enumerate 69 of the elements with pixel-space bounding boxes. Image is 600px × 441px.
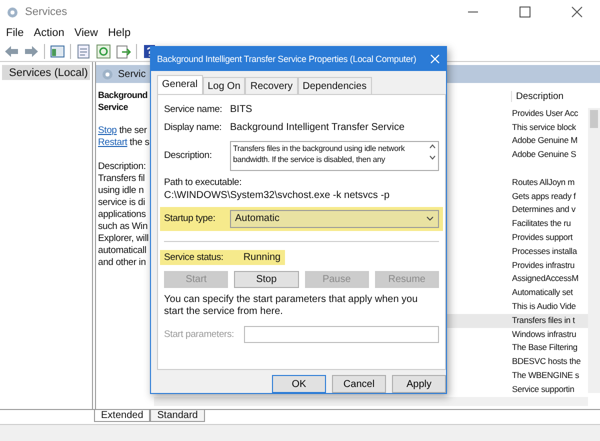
description-text: and other in — [98, 257, 146, 269]
table-cell-text: BDESVC hosts the — [512, 355, 582, 368]
description-text: applications — [98, 209, 146, 221]
menu-item[interactable]: Action — [34, 26, 64, 38]
dialog-tab[interactable]: Dependencies — [298, 76, 372, 94]
description-text: Explorer, will — [98, 233, 149, 245]
chevron-down-icon — [426, 216, 434, 222]
field-value: BITS — [230, 104, 254, 116]
description-text: automaticall — [98, 245, 146, 257]
properties-icon[interactable] — [76, 44, 91, 58]
service-heading: Service — [98, 101, 128, 113]
table-cell-text: Provides infrastru — [512, 258, 576, 272]
dialog-tab[interactable]: Recovery — [245, 76, 298, 94]
action-text: Restart the s — [98, 137, 150, 149]
action-link[interactable]: Restart — [98, 137, 128, 148]
menu-item[interactable]: File — [6, 26, 24, 38]
refresh-icon[interactable] — [96, 44, 111, 58]
description-text: Transfers fil — [98, 173, 145, 185]
dialog-tab[interactable]: Log On — [202, 76, 246, 94]
table-cell-text: The Base Filtering — [512, 341, 578, 354]
description-box[interactable]: Transfers files in the background using idle network bandwidth. If the service is disabled, then any — [230, 140, 439, 171]
hint-text: You can specify the start parameters that apply when you start the service from here. — [164, 294, 419, 318]
dialog-button[interactable]: Apply — [392, 375, 446, 393]
vertical-scrollbar[interactable] — [588, 108, 600, 393]
description-text: such as Win — [98, 221, 148, 233]
field-label: Display name: — [164, 122, 223, 134]
table-cell-text: Provides support — [512, 231, 574, 244]
dialog-button[interactable]: OK — [272, 375, 326, 393]
view-tab[interactable]: Extended — [94, 410, 150, 422]
service-heading: Background — [98, 89, 148, 101]
scroll-arrows-icon[interactable] — [429, 142, 436, 161]
field-value: C:\WINDOWS\System32\svchost.exe -k netsvcs -p — [164, 190, 391, 201]
field-label: Start parameters: — [164, 328, 235, 340]
dialog-button[interactable]: Cancel — [332, 375, 386, 393]
field-label: Service status: — [164, 252, 224, 263]
column-header[interactable]: Description — [511, 91, 588, 102]
menu-item[interactable]: Help — [108, 26, 131, 38]
description-label: Description: — [98, 161, 146, 173]
back-arrow-icon[interactable] — [4, 44, 19, 58]
gear-icon — [101, 68, 114, 80]
forward-arrow-icon[interactable] — [24, 44, 39, 58]
menu-item[interactable]: View — [74, 26, 98, 38]
field-value: Background Intelligent Transfer Service — [230, 122, 406, 134]
field-value: Running — [243, 252, 281, 263]
tree-item-label: Services (Local) — [9, 66, 88, 78]
window-title: Services — [25, 6, 68, 18]
tree-item[interactable]: Services (Local) — [2, 65, 90, 80]
service-button[interactable]: Stop — [234, 270, 298, 288]
field-label: Startup type: — [164, 213, 216, 224]
description-text: Transfers files in the background using idle network bandwidth. If the service is disabled, then any — [233, 142, 405, 166]
gear-icon — [6, 6, 19, 18]
pane-title: Servic — [118, 68, 146, 80]
dialog-tab[interactable]: General — [157, 74, 203, 94]
table-cell-text: Transfers files in t — [512, 314, 576, 327]
table-cell-text: The WBENGINE s — [512, 368, 580, 382]
export-icon[interactable] — [116, 44, 131, 58]
horizontal-scrollbar[interactable] — [154, 396, 588, 406]
description-text: service is di — [98, 197, 146, 209]
dialog-title: Background Intelligent Transfer Service Properties (Local Computer) — [157, 54, 418, 64]
view-tab[interactable]: Standard — [150, 410, 205, 422]
action-text: Stop the ser — [98, 125, 147, 137]
close-icon[interactable] — [430, 54, 440, 64]
action-link[interactable]: Stop — [98, 125, 117, 136]
field-label: Service name: — [164, 104, 224, 116]
description-text: using idle n — [98, 185, 144, 197]
field-label: Path to executable: — [164, 176, 243, 188]
startup-type-dropdown[interactable]: Automatic — [230, 210, 439, 228]
field-label: Description: — [164, 150, 213, 162]
console-tree-icon[interactable] — [50, 44, 65, 58]
